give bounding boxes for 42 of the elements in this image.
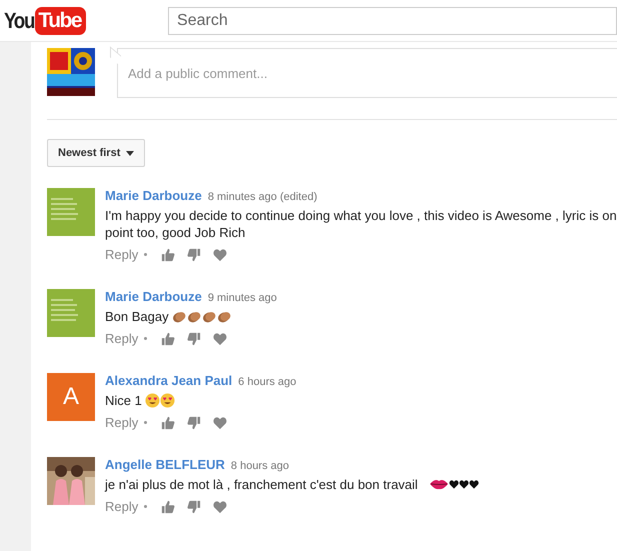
thumbs-up-icon[interactable]	[161, 416, 176, 430]
comment-text: Nice 1	[105, 393, 142, 408]
author-link[interactable]: Marie Darbouze	[105, 289, 202, 304]
avatar: A	[47, 373, 95, 421]
heart-icon	[449, 480, 460, 489]
thumbs-down-icon[interactable]	[187, 248, 202, 262]
logo-badge: Tube	[35, 6, 86, 34]
thumbs-down-icon[interactable]	[187, 416, 202, 430]
thumbs-down-icon[interactable]	[187, 332, 202, 346]
youtube-logo[interactable]: You Tube	[4, 6, 160, 34]
reply-link[interactable]: Reply	[105, 331, 138, 346]
reply-link[interactable]: Reply	[105, 499, 138, 514]
timestamp[interactable]: 8 hours ago	[230, 460, 290, 472]
timestamp[interactable]: 8 minutes ago (edited)	[208, 191, 318, 203]
reply-link[interactable]: Reply	[105, 415, 138, 430]
sort-dropdown[interactable]: Newest first	[47, 139, 146, 167]
heart-icon[interactable]	[213, 332, 228, 346]
heart-icon	[469, 480, 480, 489]
author-link[interactable]: Angelle BELFLEUR	[105, 457, 225, 472]
caret-icon	[126, 150, 134, 156]
reply-link[interactable]: Reply	[105, 247, 138, 262]
search-field[interactable]: Search	[168, 6, 617, 34]
author-link[interactable]: Marie Darbouze	[105, 188, 202, 203]
logo-text: You	[4, 8, 34, 34]
author-link[interactable]: Alexandra Jean Paul	[105, 373, 232, 388]
heart-icon	[459, 480, 470, 489]
timestamp[interactable]: 9 minutes ago	[208, 292, 277, 304]
thumbs-up-icon[interactable]	[161, 332, 176, 346]
thumbs-up-icon[interactable]	[161, 248, 176, 262]
heart-icon[interactable]	[213, 248, 228, 262]
comment-text: Bon Bagay	[105, 309, 169, 324]
lips-icon	[429, 478, 450, 490]
thumbs-up-icon[interactable]	[161, 500, 176, 514]
comment-field[interactable]: Add a public comment...	[117, 48, 617, 98]
comment-text: je n'ai plus de mot là , franchement c'est du bon travail	[105, 477, 418, 492]
heart-eyes-emoji-icon	[145, 393, 160, 408]
thumbs-down-icon[interactable]	[187, 500, 202, 514]
heart-icon[interactable]	[213, 416, 228, 430]
heart-icon[interactable]	[213, 500, 228, 514]
heart-eyes-emoji-icon	[160, 393, 176, 408]
timestamp[interactable]: 6 hours ago	[238, 376, 296, 388]
comment-text: I'm happy you decide to continue doing what you love , this video is Awesome , lyric is on point too, good Job Rich	[105, 208, 617, 240]
